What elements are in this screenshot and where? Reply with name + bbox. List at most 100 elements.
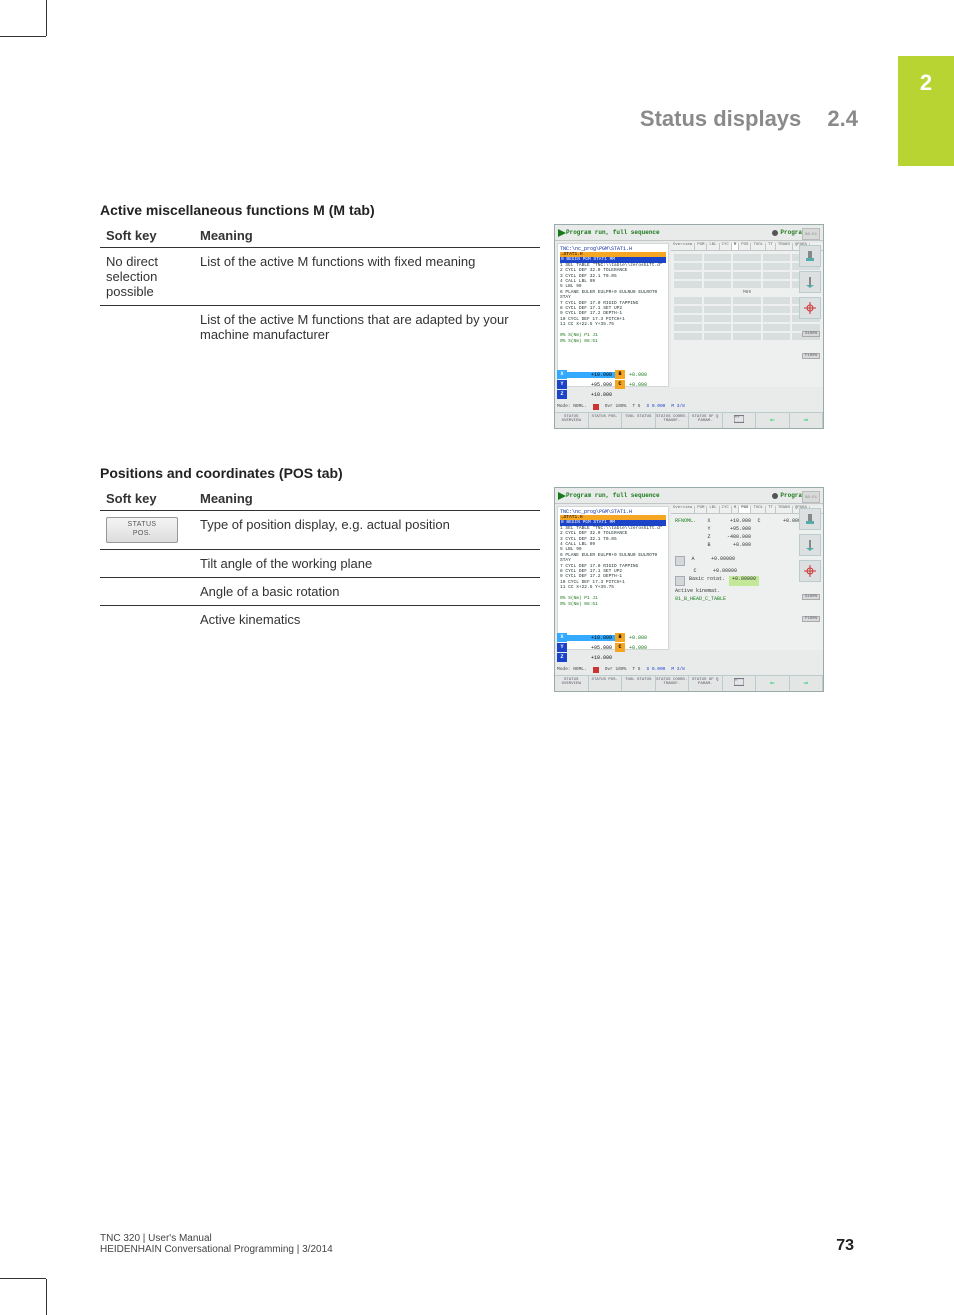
sk: TOOL STATUS — [622, 676, 656, 691]
pt-val: +10.000 — [717, 518, 751, 524]
code-line: 11 CC X+22.5 Y+35.75 — [560, 585, 666, 590]
sk: TOOL STATUS — [622, 413, 656, 428]
th-softkey: Soft key — [100, 487, 194, 511]
cell-softkey — [100, 605, 194, 633]
pt-ax: X — [705, 518, 713, 524]
meta-ovr: Ovr 100% — [605, 404, 627, 410]
clock-corner: 08:51 — [802, 228, 820, 240]
cell-softkey — [100, 577, 194, 605]
datum-icon — [799, 560, 821, 582]
header-section: 2.4 — [827, 106, 858, 131]
pos-x: +10.000 — [567, 372, 615, 378]
meta-s: S 0.000 — [646, 667, 665, 673]
pt-ax: Y — [705, 526, 713, 532]
cell-meaning: Active kinematics — [194, 605, 540, 633]
status-pos-softkey: STATUS POS. — [106, 517, 178, 543]
code-footer: 0% S(Nm) 08:51 — [560, 339, 666, 344]
pt-val: -480.000 — [717, 534, 751, 540]
crop-mark — [0, 1278, 46, 1279]
crop-mark — [46, 0, 47, 36]
section-pos-tab: Positions and coordinates (POS tab) Soft… — [100, 465, 850, 692]
sk: STATUS OF Q PARAM. — [689, 413, 723, 428]
position-display: X+10.000B+0.000 Y+95.000C+0.000 Z+10.000 — [557, 633, 689, 663]
kin-label: Active kinemat. — [675, 588, 720, 594]
footer-line1: TNC 320 | User's Manual — [100, 1233, 333, 1244]
keyboard-icon — [723, 413, 757, 428]
f100-label: F100% — [802, 353, 820, 359]
code-line: 6 PLANE EULER EULPR+0 EULNU0 EULROT0 STA… — [560, 553, 666, 564]
code-line: 11 CC X+22.5 Y+35.75 — [560, 322, 666, 327]
arrow-left-icon: ⇐ — [756, 413, 790, 428]
page-number: 73 — [836, 1237, 854, 1255]
code-panel: TNC:\nc_prog\PGM\STAT1.H →STAT1.H 0 BEGI… — [557, 506, 669, 650]
mode-label: Program run, full sequence — [566, 492, 660, 499]
pos-y: +95.000 — [567, 382, 615, 388]
footer-text: TNC 320 | User's Manual HEIDENHAIN Conve… — [100, 1233, 333, 1255]
arrow-right-icon: ⇒ — [790, 676, 824, 691]
sk: STATUS COORD. TRANSF. — [656, 676, 690, 691]
tab: PGM — [695, 243, 707, 250]
arrow-left-icon: ⇐ — [756, 676, 790, 691]
section-title: Active miscellaneous functions M (M tab) — [100, 202, 850, 218]
softkey-line1: STATUS — [128, 521, 157, 528]
mode-label: Program run, full sequence — [566, 229, 660, 236]
softkey-row: STATUS OVERVIEW STATUS POS. TOOL STATUS … — [555, 675, 823, 691]
sk: STATUS OF Q PARAM. — [689, 676, 723, 691]
f100-label: F100% — [802, 616, 820, 622]
screenshot-pos-tab: 08:51 Program run, full sequence Program… — [554, 487, 824, 692]
pos-x: +10.000 — [567, 635, 615, 641]
cell-meaning: List of the active M functions that are … — [194, 306, 540, 349]
softkey-row: STATUS OVERVIEW STATUS POS. TOOL STATUS … — [555, 412, 823, 428]
tool-length-icon — [799, 534, 821, 556]
pos-y: +95.000 — [567, 645, 615, 651]
cell-softkey: No direct selection possible — [100, 248, 194, 306]
pos-z: +10.000 — [567, 392, 615, 398]
arrow-right-icon: ⇒ — [790, 413, 824, 428]
pos-c: +0.000 — [629, 382, 647, 388]
tab: TRANS — [776, 506, 793, 513]
tab: M — [732, 506, 739, 513]
pt-ax: Z — [705, 534, 713, 540]
tab: TRANS — [776, 243, 793, 250]
tab: TOOL — [751, 506, 766, 513]
stop-icon — [593, 404, 599, 410]
footer: TNC 320 | User's Manual HEIDENHAIN Conve… — [100, 1233, 854, 1255]
tab: POS — [739, 243, 751, 250]
sk: STATUS OVERVIEW — [555, 676, 589, 691]
screenshot-m-tab: 08:51 Program run, full sequence Program… — [554, 224, 824, 429]
clock-corner: 08:51 — [802, 491, 820, 503]
cell-meaning: Type of position display, e.g. actual po… — [194, 511, 540, 550]
cell-meaning: List of the active M functions with fixe… — [194, 248, 540, 306]
play-icon — [558, 229, 566, 237]
plane-icon — [675, 556, 685, 566]
pt-ax: B — [705, 542, 713, 548]
pos-b: +0.000 — [629, 372, 647, 378]
pos-tab-table: Soft key Meaning STATUS POS. — [100, 487, 540, 633]
tab: PGM — [695, 506, 707, 513]
tool-icon — [799, 245, 821, 267]
chapter-tab: 2 — [898, 56, 954, 166]
pos-c: +0.000 — [629, 645, 647, 651]
s100-label: S100% — [802, 594, 820, 600]
header-title: Status displays — [640, 106, 801, 131]
meta-m: M 3/8 — [671, 404, 685, 410]
pt-val: +0.000 — [767, 518, 801, 524]
tab: TOOL — [751, 243, 766, 250]
pos-b: +0.000 — [629, 635, 647, 641]
th-softkey: Soft key — [100, 224, 194, 248]
sk: STATUS POS. — [589, 676, 623, 691]
s100-label: S100% — [802, 331, 820, 337]
tool-length-icon — [799, 271, 821, 293]
section-m-tab: Active miscellaneous functions M (M tab)… — [100, 202, 850, 429]
kin-val: 01_B_HEAD_C_TABLE — [675, 596, 726, 602]
meta-t: T 5 — [632, 667, 640, 673]
tab-active: M — [732, 243, 739, 250]
tab: TT — [766, 243, 776, 250]
cell-softkey — [100, 549, 194, 577]
play-icon — [558, 492, 566, 500]
tab: Overview — [671, 506, 695, 513]
sk: STATUS COORD. TRANSF. — [656, 413, 690, 428]
code-panel: TNC:\nc_prog\PGM\STAT1.H →STAT1.H 0 BEGI… — [557, 243, 669, 387]
gear-icon — [772, 493, 778, 499]
tab: LBL — [707, 506, 719, 513]
